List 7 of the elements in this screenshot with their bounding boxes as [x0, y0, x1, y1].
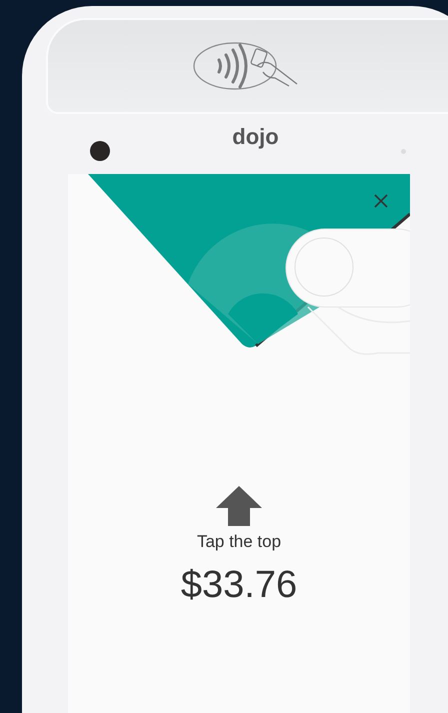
payment-amount: $33.76: [180, 564, 298, 607]
brand-logo: dojo: [232, 124, 279, 150]
close-icon[interactable]: [374, 194, 388, 208]
up-arrow-icon: [216, 486, 262, 526]
sensor-dot: [401, 148, 406, 154]
camera-lens: [90, 141, 110, 161]
instruction-text: Tap the top: [196, 532, 282, 552]
